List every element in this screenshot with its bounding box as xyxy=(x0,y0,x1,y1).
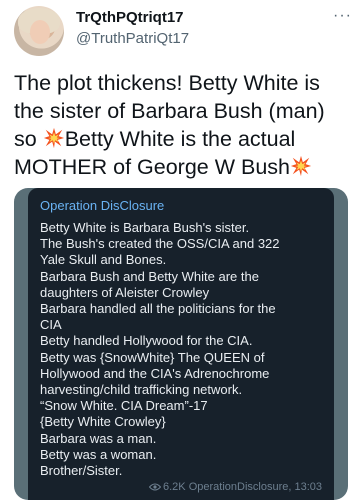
channel-name: Operation DisClosure xyxy=(40,198,165,213)
tweet-text: The plot thickens! Betty White is the si… xyxy=(14,69,358,181)
message-line: harvesting/child trafficking network. xyxy=(40,382,243,398)
tweet-line-text: MOTHER of George W Bush xyxy=(14,155,290,179)
message-line: Betty was a woman. xyxy=(40,446,157,462)
message-line: Barbara Bush and Betty White are the xyxy=(40,268,259,284)
message-line: The Bush's created the OSS/CIA and 322 xyxy=(40,236,280,252)
tweet-line-prefix: so xyxy=(14,127,43,151)
eye-icon xyxy=(149,483,161,491)
message-line: Betty was {SnowWhite} The QUEEN of xyxy=(40,349,265,365)
message-line: daughters of Aleister Crowley xyxy=(40,284,210,300)
view-count: 6.2K xyxy=(163,481,186,493)
collision-icon xyxy=(290,155,312,177)
collision-icon xyxy=(43,127,64,149)
message-line: {Betty White Crowley} xyxy=(40,414,166,430)
message-line: Betty White is Barbara Bush's sister. xyxy=(40,220,250,235)
tweet-line-text: Betty White is the actual xyxy=(64,127,296,151)
message-source-time: OperationDisclosure, 13:03 xyxy=(188,481,322,493)
avatar[interactable] xyxy=(14,6,64,56)
tweet-line: MOTHER of George W Bush xyxy=(14,153,358,181)
author-handle[interactable]: @TruthPatriQt17 xyxy=(76,30,189,48)
author-display-name[interactable]: TrQthPQtriqt17 xyxy=(76,9,184,27)
message-line: Barbara handled all the politicians for … xyxy=(40,301,276,317)
message-body: Betty White is Barbara Bush's sister. Th… xyxy=(40,220,322,479)
message-line: Brother/Sister. xyxy=(40,463,123,479)
tweet-line: The plot thickens! Betty White is xyxy=(14,71,320,95)
message-line: Betty handled Hollywood for the CIA. xyxy=(40,333,253,349)
message-line: Hollywood and the CIA's Adrenochrome xyxy=(40,365,270,381)
message-line: CIA xyxy=(40,317,62,333)
message-line: Yale Skull and Bones. xyxy=(40,252,167,268)
tweet-media-image[interactable]: Operation DisClosure Betty White is Barb… xyxy=(14,188,348,500)
telegram-message-bubble: Operation DisClosure Betty White is Barb… xyxy=(28,188,334,500)
message-line: Barbara was a man. xyxy=(40,430,157,446)
message-line: “Snow White. CIA Dream”-17 xyxy=(40,398,208,414)
message-meta: 6.2K OperationDisclosure, 13:03 xyxy=(149,481,322,494)
tweet-line: the sister of Barbara Bush (man) xyxy=(14,99,325,123)
tweet-line: so Betty White is the actual xyxy=(14,125,358,153)
tweet-header: TrQthPQtriqt17 @TruthPatriQt17 ··· xyxy=(0,0,364,62)
more-options-icon[interactable]: ··· xyxy=(333,8,352,24)
